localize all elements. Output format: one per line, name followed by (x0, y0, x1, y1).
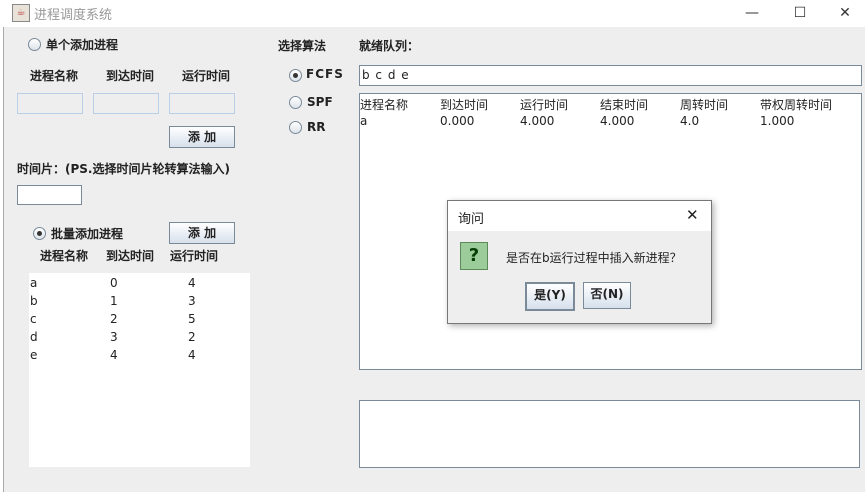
results-cell: 4.0 (680, 114, 700, 128)
results-header-cell: 带权周转时间 (760, 98, 833, 112)
batch-cell: b (30, 294, 38, 308)
single-name-header: 进程名称 (30, 69, 79, 83)
fcfs-label: FCFS (306, 67, 344, 81)
results-cell: 0.000 (440, 114, 475, 128)
batch-cell: 4 (110, 348, 118, 362)
timeslice-input[interactable] (17, 185, 82, 205)
no-button[interactable]: 否(N) (583, 282, 631, 309)
spf-radio[interactable] (289, 96, 302, 109)
batch-cell: c (30, 312, 37, 326)
single-add-label: 单个添加进程 (46, 38, 119, 52)
batch-cell: 3 (110, 330, 118, 344)
batch-cell: 2 (110, 312, 118, 326)
log-textarea[interactable] (359, 400, 860, 468)
batch-arrive-header: 到达时间 (106, 249, 155, 263)
dialog-title: 询问 (458, 212, 485, 227)
confirm-dialog: 询问 ✕ ? 是否在b运行过程中插入新进程？ 是(Y) 否(N) (447, 200, 712, 324)
close-button[interactable]: ✕ (825, 2, 865, 24)
batch-cell: a (30, 276, 38, 290)
batch-cell: 2 (188, 330, 196, 344)
single-arrive-header: 到达时间 (106, 69, 155, 83)
dialog-close-button[interactable]: ✕ (686, 206, 699, 224)
rr-radio[interactable] (289, 121, 302, 134)
rr-label: RR (307, 120, 326, 134)
single-add-button[interactable]: 添 加 (169, 126, 235, 148)
batch-cell: 3 (188, 294, 196, 308)
algorithm-label: 选择算法 (278, 39, 327, 53)
batch-cell: 4 (188, 276, 196, 290)
batch-name-header: 进程名称 (40, 249, 89, 263)
single-run-header: 运行时间 (182, 69, 231, 83)
results-header-cell: 进程名称 (360, 98, 409, 112)
batch-cell: 4 (188, 348, 196, 362)
results-cell: 4.000 (600, 114, 635, 128)
single-add-radio[interactable] (28, 38, 41, 51)
minimize-button[interactable]: — (732, 2, 772, 24)
results-header-cell: 周转时间 (680, 98, 729, 112)
batch-cell: 1 (110, 294, 118, 308)
results-header-cell: 结束时间 (600, 98, 649, 112)
results-header-cell: 运行时间 (520, 98, 569, 112)
batch-cell: e (30, 348, 38, 362)
batch-cell: d (30, 330, 38, 344)
ready-queue-field[interactable]: b c d e (359, 65, 862, 86)
question-icon: ? (460, 242, 488, 270)
results-cell: 1.000 (760, 114, 795, 128)
dialog-message: 是否在b运行过程中插入新进程？ (506, 251, 682, 265)
spf-label: SPF (307, 95, 333, 109)
results-cell: a (360, 114, 368, 128)
title-bar: ☕ 进程调度系统 — ☐ ✕ (0, 0, 865, 27)
dialog-title-bar: 询问 ✕ (448, 201, 711, 231)
arrive-time-input[interactable] (93, 93, 159, 114)
maximize-button[interactable]: ☐ (780, 2, 820, 24)
batch-run-header: 运行时间 (170, 249, 219, 263)
results-cell: 4.000 (520, 114, 555, 128)
yes-button[interactable]: 是(Y) (525, 282, 575, 311)
batch-textarea[interactable]: a 0 4 b 1 3 c 2 5 d 3 2 e 4 4 (29, 273, 250, 467)
batch-add-radio[interactable] (33, 227, 46, 240)
run-time-input[interactable] (169, 93, 235, 114)
results-header-cell: 到达时间 (440, 98, 489, 112)
batch-add-button[interactable]: 添 加 (169, 222, 235, 244)
java-app-icon: ☕ (12, 4, 30, 22)
fcfs-radio[interactable] (289, 69, 302, 82)
batch-cell: 0 (110, 276, 118, 290)
window-title: 进程调度系统 (34, 8, 113, 23)
timeslice-label: 时间片：(PS.选择时间片轮转算法输入) (17, 162, 230, 176)
batch-cell: 5 (188, 312, 196, 326)
process-name-input[interactable] (17, 93, 83, 114)
ready-queue-label: 就绪队列： (359, 39, 420, 53)
batch-add-label: 批量添加进程 (51, 227, 124, 241)
